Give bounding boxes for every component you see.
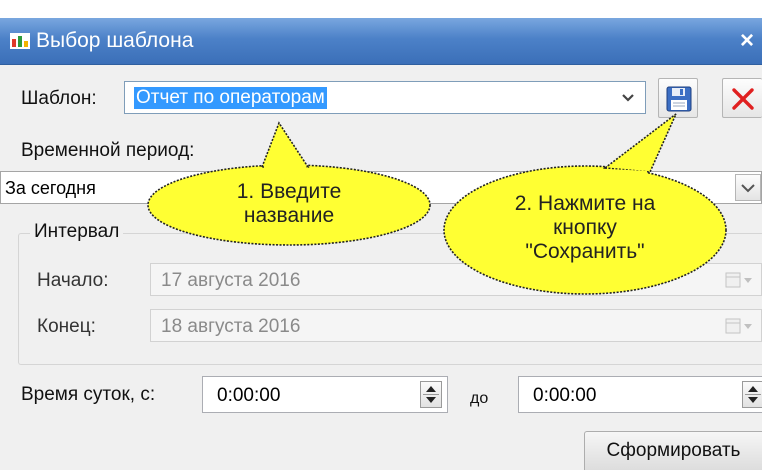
end-label: Конец: <box>37 316 96 337</box>
app-chart-icon <box>10 33 30 49</box>
callout-1-text: 1. Введите название <box>196 180 382 228</box>
callout-2-line2: кнопку <box>553 216 617 239</box>
time-to-value[interactable]: 0:00:00 <box>533 385 596 407</box>
spin-arrows-icon <box>745 386 761 403</box>
start-date-value: 17 августа 2016 <box>161 270 301 291</box>
interval-legend: Интервал <box>30 221 124 243</box>
time-of-day-label: Время суток, с: <box>21 384 156 405</box>
callout-1-line1: 1. Введите <box>236 180 342 203</box>
callout-1-line2: название <box>243 204 335 227</box>
window-titlebar[interactable]: Выбор шаблона × <box>0 18 762 65</box>
chevron-down-icon[interactable] <box>621 89 635 107</box>
template-combobox[interactable]: Отчет по операторам <box>124 81 646 114</box>
calendar-dropdown-icon[interactable] <box>725 317 755 335</box>
spin-arrows-icon <box>423 386 439 403</box>
period-label: Временной период: <box>21 140 195 161</box>
calendar-dropdown-icon[interactable] <box>725 271 755 289</box>
time-to-spinner[interactable]: 0:00:00 <box>518 376 762 413</box>
time-from-spin-buttons[interactable] <box>420 381 442 408</box>
end-date-picker[interactable]: 18 августа 2016 <box>150 309 762 342</box>
time-to-label: до <box>470 390 489 407</box>
chevron-down-icon <box>741 184 755 193</box>
floppy-disk-icon <box>666 86 692 112</box>
red-x-icon <box>732 88 754 110</box>
time-from-spinner[interactable]: 0:00:00 <box>202 376 448 413</box>
period-value: За сегодня <box>5 178 96 198</box>
template-label: Шаблон: <box>21 88 97 109</box>
time-from-value[interactable]: 0:00:00 <box>217 385 280 407</box>
generate-button[interactable]: Сформировать <box>584 431 762 470</box>
start-date-picker[interactable]: 17 августа 2016 <box>150 263 762 296</box>
window-title: Выбор шаблона <box>36 29 194 52</box>
callout-2-text: 2. Нажмите на кнопку "Сохранить" <box>487 192 683 264</box>
period-dropdown-button[interactable] <box>735 174 761 201</box>
end-date-value: 18 августа 2016 <box>161 316 301 337</box>
callout-2-line1: 2. Нажмите на <box>514 192 656 215</box>
close-icon[interactable]: × <box>740 27 762 55</box>
delete-template-button[interactable] <box>722 78 762 118</box>
start-label: Начало: <box>37 270 109 291</box>
save-template-button[interactable] <box>658 78 698 118</box>
time-to-spin-buttons[interactable] <box>742 381 762 408</box>
callout-2-line3: "Сохранить" <box>525 240 645 263</box>
template-name-input[interactable]: Отчет по операторам <box>134 87 327 109</box>
